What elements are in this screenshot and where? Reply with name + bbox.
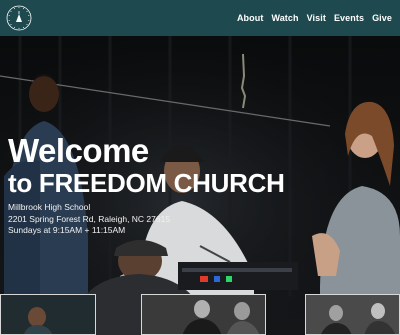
- service-times: Sundays at 9:15AM + 11:15AM: [8, 225, 126, 235]
- thumbnail-photo-3[interactable]: [305, 294, 400, 335]
- nav-visit-link[interactable]: Visit: [307, 13, 326, 23]
- photo-thumbnails: [0, 294, 400, 335]
- hero-section: Welcome to FREEDOM CHURCH Millbrook High…: [0, 36, 400, 335]
- nav-give-link[interactable]: Give: [372, 13, 392, 23]
- thumbnail-photo-1[interactable]: [0, 294, 96, 335]
- hero-text-block: Welcome to FREEDOM CHURCH Millbrook High…: [8, 134, 285, 237]
- nav-about-link[interactable]: About: [237, 13, 264, 23]
- location-address: 2201 Spring Forest Rd, Raleigh, NC 27615: [8, 213, 171, 224]
- hero-info: Millbrook High School 2201 Spring Forest…: [8, 202, 285, 237]
- hero-title-church: to FREEDOM CHURCH: [8, 168, 285, 198]
- top-navbar: About Watch Visit Events Give: [0, 0, 400, 36]
- nav-events-link[interactable]: Events: [334, 13, 364, 23]
- nav-watch-link[interactable]: Watch: [271, 13, 298, 23]
- church-logo-icon[interactable]: [6, 5, 32, 31]
- main-nav: About Watch Visit Events Give: [237, 13, 392, 23]
- thumbnail-photo-2[interactable]: [141, 294, 266, 335]
- location-name: Millbrook High School: [8, 202, 91, 212]
- hero-title-welcome: Welcome: [8, 132, 149, 169]
